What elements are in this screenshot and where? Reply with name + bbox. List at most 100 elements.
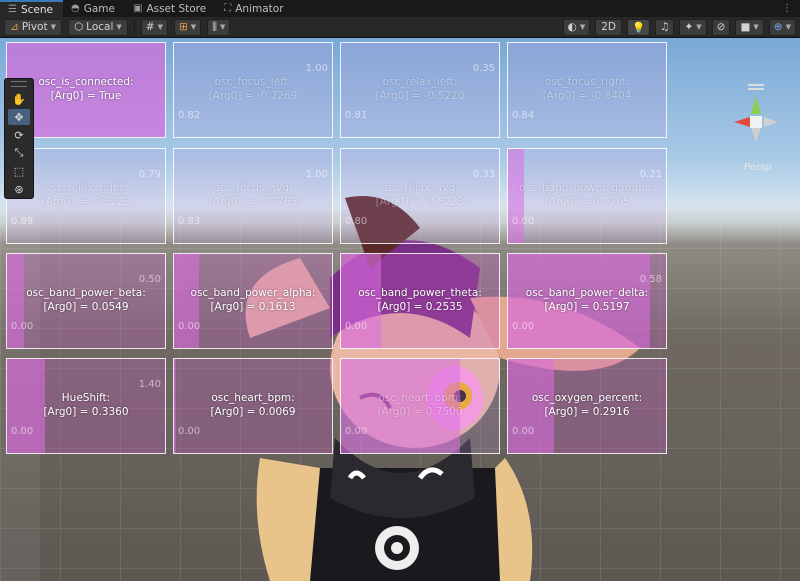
- osc-parameter-name: osc_band_power_theta:: [358, 287, 482, 299]
- osc-parameter-readout: osc_focus_avg: [Arg0] = -0.7763: [174, 181, 332, 209]
- range-max-label: 1.40: [138, 379, 161, 390]
- local-dropdown[interactable]: ⬡ Local ▼: [67, 18, 128, 36]
- osc-parameter-panel: osc_focus_left: [Arg0] = -0.7269 0.82 1.00: [173, 42, 333, 138]
- orientation-gizmo[interactable]: Persp: [720, 82, 800, 173]
- pivot-label: Pivot: [21, 21, 48, 33]
- osc-parameter-name: HueShift:: [61, 392, 111, 404]
- osc-parameter-name: osc_heart_bpm:: [211, 392, 295, 404]
- hand-tool-icon[interactable]: ✋: [8, 91, 30, 107]
- tab-animator[interactable]: ⛶ Animator: [216, 0, 293, 17]
- chevron-down-icon: ▼: [753, 23, 759, 31]
- toolbar-divider: [133, 19, 135, 35]
- 2d-label: 2D: [601, 21, 616, 33]
- hidden-objects-toggle[interactable]: ⊘: [711, 18, 731, 36]
- draw-mode-dropdown[interactable]: ◐ ▼: [562, 18, 591, 36]
- osc-parameter-name: osc_band_power_gamma:: [519, 182, 655, 194]
- local-label: Local: [86, 21, 114, 33]
- camera-icon: ■: [740, 21, 751, 33]
- osc-parameter-name: osc_focus_left:: [214, 76, 292, 88]
- scale-tool-icon[interactable]: ⤡: [8, 145, 30, 161]
- osc-debug-panel-grid: osc_is_connected:[Arg0] = True0.osc_focu…: [0, 38, 800, 581]
- increment-snap-button[interactable]: ⊞ ▼: [173, 18, 202, 36]
- osc-parameter-readout: osc_relax_avg: [Arg0] = -0.5223: [341, 181, 499, 209]
- camera-dropdown[interactable]: ■ ▼: [735, 18, 764, 36]
- osc-parameter-readout: osc_oxygen_percent: [Arg0] = 0.2916: [508, 391, 666, 419]
- more-options-icon[interactable]: ⋮: [782, 3, 792, 14]
- osc-parameter-value: [Arg0] = 0.0265: [544, 196, 630, 208]
- bag-icon: ▣: [132, 3, 143, 14]
- transform-tool-icon[interactable]: ⊛: [8, 181, 30, 197]
- palette-grip[interactable]: [11, 81, 27, 87]
- range-min-label: 0.80: [345, 216, 368, 227]
- effects-dropdown[interactable]: ✦ ▼: [679, 18, 707, 36]
- range-max-label: 0.21: [639, 169, 662, 180]
- osc-parameter-name: osc_focus_avg:: [213, 182, 293, 194]
- transform-tool-palette: ✋ ✥ ⟳ ⤡ ⬚ ⊛: [4, 78, 34, 199]
- osc-parameter-value: [Arg0] = 0.2535: [377, 301, 463, 313]
- 2d-toggle[interactable]: 2D: [595, 18, 622, 36]
- osc-parameter-readout: osc_band_power_delta: [Arg0] = 0.5197: [508, 286, 666, 314]
- grid-snap-button[interactable]: # ▼: [140, 18, 168, 36]
- osc-parameter-name: osc_relax_left:: [382, 76, 458, 88]
- projection-label[interactable]: Persp: [744, 162, 772, 173]
- align-icon: ⫼: [212, 20, 218, 33]
- editor-tab-bar: ☰ Scene ◓ Game ▣ Asset Store ⛶ Animator …: [0, 0, 800, 17]
- osc-parameter-panel: osc_relax_left: [Arg0] = -0.5220 0.81 0.35: [340, 42, 500, 138]
- chevron-down-icon: ▼: [50, 23, 56, 31]
- osc-parameter-readout: osc_band_power_gamma: [Arg0] = 0.0265: [508, 181, 666, 209]
- range-min-label: 0.00: [178, 321, 201, 332]
- chevron-down-icon: ▼: [579, 23, 586, 31]
- pivot-dropdown[interactable]: ⊿ Pivot ▼: [4, 18, 62, 36]
- osc-parameter-value: [Arg0] = 0.1613: [210, 301, 296, 313]
- range-min-label: 0.81: [345, 110, 368, 121]
- osc-parameter-panel: osc_band_power_theta: [Arg0] = 0.2535 0.00: [340, 253, 500, 349]
- osc-parameter-name: osc_heart_bpm:: [378, 392, 462, 404]
- range-min-label: 0.00: [512, 216, 535, 227]
- gizmos-dropdown[interactable]: ⊕ ▼: [768, 18, 796, 36]
- osc-parameter-readout: osc_band_power_alpha: [Arg0] = 0.1613: [174, 286, 332, 314]
- scene-toolbar: ⊿ Pivot ▼ ⬡ Local ▼ # ▼ ⊞ ▼ ⫼ ▼ ◐ ▼ 2D 💡…: [0, 17, 800, 38]
- osc-parameter-panel: osc_relax_avg: [Arg0] = -0.5223 0.80 0.33: [340, 148, 500, 244]
- lighting-toggle[interactable]: 💡: [626, 18, 651, 36]
- chevron-down-icon: ▼: [696, 23, 702, 31]
- osc-parameter-panel: HueShift: [Arg0] = 0.3360 0.00 1.40: [6, 358, 166, 454]
- osc-parameter-value: [Arg0] = -0.5220: [375, 90, 465, 102]
- osc-parameter-value: [Arg0] = 0.7500: [377, 406, 463, 418]
- audio-toggle[interactable]: ♫: [655, 18, 675, 36]
- osc-parameter-value: [Arg0] = -0.8404: [542, 90, 632, 102]
- tab-game[interactable]: ◓ Game: [63, 0, 125, 17]
- range-min-label: 0.00: [11, 321, 34, 332]
- osc-parameter-value: [Arg0] = 0.3360: [43, 406, 129, 418]
- osc-parameter-value: [Arg0] = -0.5223: [375, 196, 465, 208]
- tab-label: Animator: [235, 2, 284, 15]
- align-button[interactable]: ⫼ ▼: [207, 18, 231, 36]
- rect-tool-icon[interactable]: ⬚: [8, 163, 30, 179]
- chevron-down-icon: ▼: [190, 23, 197, 31]
- tab-scene[interactable]: ☰ Scene: [0, 0, 63, 17]
- tab-label: Asset Store: [146, 2, 207, 15]
- shading-icon: ◐: [567, 21, 577, 33]
- osc-parameter-value: [Arg0] = 0.5197: [544, 301, 630, 313]
- osc-parameter-readout: osc_band_power_beta: [Arg0] = 0.0549: [7, 286, 165, 314]
- eye-slash-icon: ⊘: [716, 21, 726, 33]
- osc-parameter-name: osc_band_power_alpha:: [190, 287, 316, 299]
- audio-icon: ♫: [660, 21, 670, 33]
- osc-parameter-panel: osc_heart_bpm: [Arg0] = 0.0069 0.00: [173, 358, 333, 454]
- tab-label: Game: [83, 2, 115, 15]
- range-min-label: 0.00: [345, 426, 368, 437]
- tab-asset-store[interactable]: ▣ Asset Store: [125, 0, 216, 17]
- animator-icon: ⛶: [224, 3, 232, 14]
- osc-parameter-value: [Arg0] = 0.0069: [210, 406, 296, 418]
- osc-parameter-readout: osc_heart_bpm: [Arg0] = 0.7500: [341, 391, 499, 419]
- osc-parameter-panel: osc_focus_right: [Arg0] = -0.8404 0.84: [507, 42, 667, 138]
- range-min-label: 0.00: [11, 426, 34, 437]
- osc-parameter-readout: osc_relax_left: [Arg0] = -0.5220: [341, 75, 499, 103]
- rotate-tool-icon[interactable]: ⟳: [8, 127, 30, 143]
- range-max-label: 0.35: [472, 63, 495, 74]
- osc-parameter-name: osc_focus_right:: [544, 76, 630, 88]
- chevron-down-icon: ▼: [157, 23, 163, 31]
- scene-viewport[interactable]: osc_is_connected:[Arg0] = True0.osc_focu…: [0, 38, 800, 581]
- range-max-label: 0.79: [138, 169, 161, 180]
- move-tool-icon[interactable]: ✥: [8, 109, 30, 125]
- osc-parameter-panel: osc_band_power_gamma: [Arg0] = 0.0265 0.00…: [507, 148, 667, 244]
